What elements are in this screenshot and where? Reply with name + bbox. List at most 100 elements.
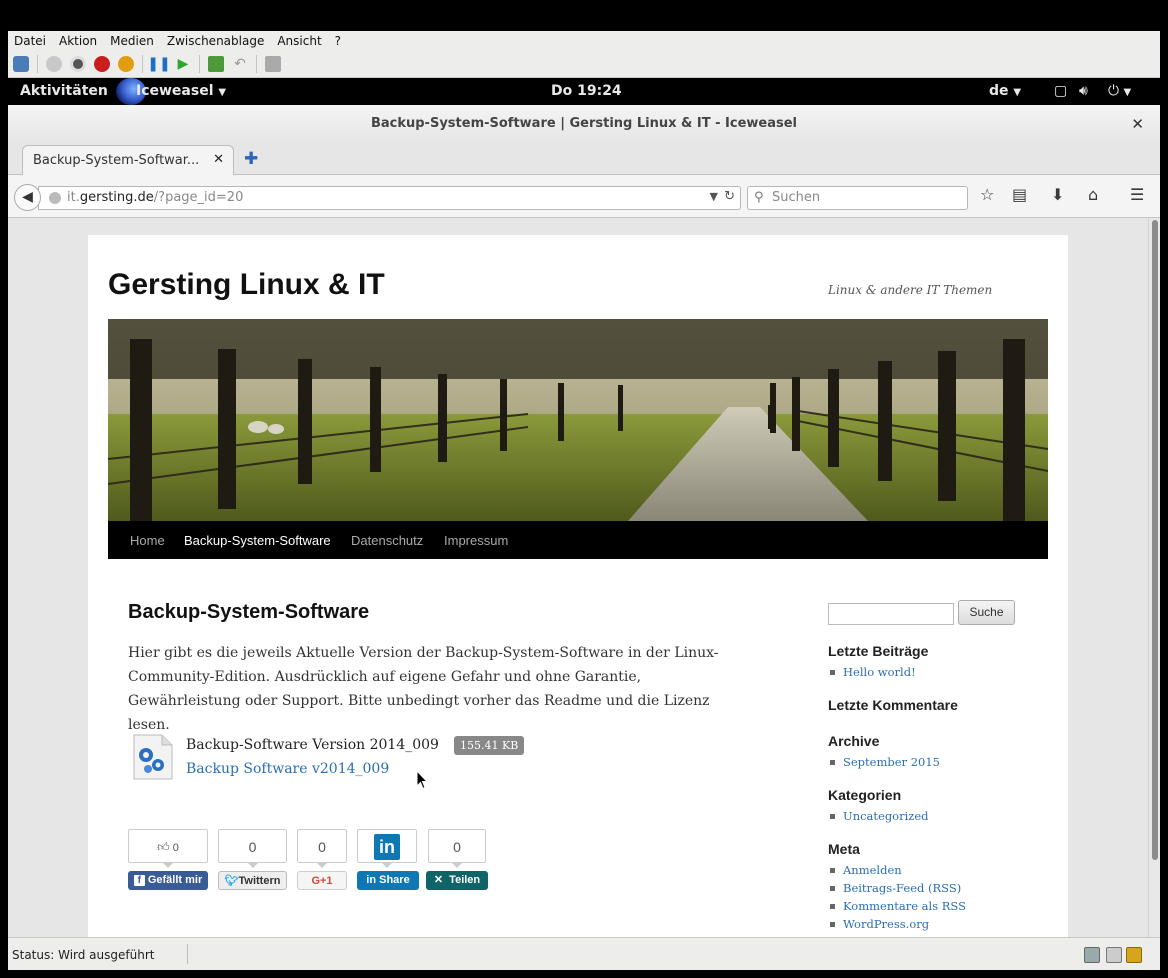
entry-body: Hier gibt es die jeweils Aktuelle Versio…: [128, 645, 719, 733]
nav-datenschutz[interactable]: Datenschutz: [351, 533, 423, 548]
ctrl-alt-del-icon[interactable]: [13, 56, 29, 72]
recent-posts-title: Letzte Beiträge: [828, 643, 929, 659]
vm-menu-aktion[interactable]: Aktion: [59, 34, 97, 48]
chevron-down-icon: ▼: [1013, 87, 1022, 98]
archive-title: Archive: [828, 733, 880, 749]
meta-comments-rss-link[interactable]: Kommentare als RSS: [828, 899, 966, 913]
tweet-button[interactable]: 🐦︎Twittern: [218, 871, 287, 890]
chevron-down-icon: ▼: [218, 87, 227, 98]
site-info-icon[interactable]: [49, 192, 61, 204]
facebook-counter: 👍︎ 0: [128, 829, 208, 868]
twitter-counter: 0: [218, 829, 287, 868]
page-viewport[interactable]: Gersting Linux & IT Linux & andere IT Th…: [8, 218, 1160, 937]
revert-icon[interactable]: ↶: [232, 56, 248, 72]
window-icon[interactable]: ▢: [1054, 83, 1067, 99]
menu-icon[interactable]: ☰: [1130, 185, 1144, 204]
tab-label: Backup-System-Softwar...: [33, 153, 200, 168]
language-switcher[interactable]: de ▼: [989, 83, 1021, 99]
download-title: Backup-Software Version 2014_009: [186, 737, 439, 753]
keyboard-icon: [1084, 947, 1100, 963]
window-titlebar: Backup-System-Software | Gersting Linux …: [8, 105, 1160, 143]
clock[interactable]: Do 19:24: [551, 83, 622, 99]
turn-off-icon[interactable]: [70, 56, 86, 72]
reset-icon[interactable]: [118, 56, 134, 72]
gnome-top-bar: Aktivitäten Iceweasel ▼ Do 19:24 de ▼ ▢ …: [8, 78, 1160, 105]
mouse-cursor-icon: [416, 770, 428, 790]
nav-impressum[interactable]: Impressum: [444, 533, 508, 548]
vm-menu-datei[interactable]: Datei: [14, 34, 46, 48]
tab-strip: Backup-System-Softwar... ✕ ✚: [8, 143, 1160, 176]
url-history-chevron-icon[interactable]: ▼: [710, 190, 718, 203]
gplus-counter: 0: [297, 829, 347, 868]
meta-login-link[interactable]: Anmelden: [828, 863, 902, 877]
xing-share-button[interactable]: ✕ Teilen: [426, 871, 488, 890]
checkpoint-icon[interactable]: [208, 56, 224, 72]
pause-icon[interactable]: ❚❚: [147, 56, 170, 72]
new-tab-icon[interactable]: ✚: [244, 149, 258, 169]
vm-menu-medien[interactable]: Medien: [110, 34, 154, 48]
sidebar-search-button[interactable]: Suche: [958, 600, 1015, 625]
tab-backup-system-software[interactable]: Backup-System-Softwar... ✕: [22, 145, 234, 176]
xing-icon: ✕: [433, 874, 444, 886]
twitter-bird-icon: 🐦︎: [224, 875, 239, 887]
window-close-icon[interactable]: ✕: [1131, 105, 1144, 143]
url-bar[interactable]: it.gersting.de/?page_id=20 ▼ ↻: [38, 186, 741, 210]
home-icon[interactable]: ⌂: [1088, 185, 1098, 204]
site-title[interactable]: Gersting Linux & IT: [108, 268, 385, 302]
linkedin-label: Share: [379, 874, 410, 886]
archive-link[interactable]: September 2015: [828, 755, 940, 769]
vm-menu-ansicht[interactable]: Ansicht: [277, 34, 321, 48]
linkedin-counter: in: [357, 829, 417, 868]
xing-counter: 0: [428, 829, 486, 868]
facebook-count: 0: [172, 842, 179, 854]
app-menu-button[interactable]: Iceweasel ▼: [136, 83, 226, 99]
tree-avenue-photo: [108, 319, 1048, 521]
screen: Datei Aktion Medien Zwischenablage Ansic…: [0, 0, 1168, 978]
facebook-like-button[interactable]: f Gefällt mir: [128, 871, 208, 890]
vm-menu-zwischenablage[interactable]: Zwischenablage: [167, 34, 264, 48]
toolbar-separator: [37, 55, 38, 73]
sidebar-search-input[interactable]: [828, 603, 954, 625]
search-bar[interactable]: ⚲ Suchen: [747, 186, 968, 210]
reload-icon[interactable]: ↻: [724, 189, 735, 204]
back-arrow-icon: ◀: [22, 189, 33, 205]
resume-icon[interactable]: ▶: [175, 56, 191, 72]
language-code: de: [989, 83, 1009, 99]
scrollbar-thumb[interactable]: [1152, 220, 1158, 860]
activities-button[interactable]: Aktivitäten: [20, 83, 108, 99]
url-host: gersting.de: [79, 190, 154, 205]
tab-close-icon[interactable]: ✕: [213, 152, 224, 167]
bookmarks-list-icon[interactable]: ▤: [1012, 185, 1027, 204]
status-text: Status: Wird ausgeführt: [12, 948, 155, 962]
bookmark-star-icon[interactable]: ☆: [980, 185, 994, 204]
twitter-label: Twittern: [238, 875, 281, 887]
window-title: Backup-System-Software | Gersting Linux …: [370, 116, 798, 131]
enhanced-session-icon[interactable]: [265, 56, 281, 72]
power-icon[interactable]: ⏻ ▼: [1108, 83, 1131, 99]
gplus-button[interactable]: G+1: [297, 871, 347, 890]
download-box: Backup-Software Version 2014_009 155.41 …: [128, 733, 628, 785]
xing-label: Teilen: [449, 874, 481, 886]
shutdown-icon[interactable]: [94, 56, 110, 72]
download-icon[interactable]: ⬇: [1051, 185, 1064, 204]
mouse-icon: [1106, 947, 1122, 963]
volume-icon[interactable]: 🔊︎: [1079, 83, 1088, 99]
chevron-down-icon: ▼: [1123, 87, 1132, 98]
file-settings-icon: [133, 734, 173, 780]
meta-wordpress-link[interactable]: WordPress.org: [828, 917, 929, 931]
linkedin-share-button[interactable]: in Share: [357, 871, 419, 890]
browser-window: Backup-System-Software | Gersting Linux …: [8, 105, 1160, 970]
nav-backup-system-software[interactable]: Backup-System-Software: [184, 533, 331, 548]
back-button[interactable]: ◀: [14, 184, 41, 211]
site-tagline: Linux & andere IT Themen: [828, 283, 993, 297]
web-page: Gersting Linux & IT Linux & andere IT Th…: [88, 235, 1068, 937]
meta-feed-link[interactable]: Beitrags-Feed (RSS): [828, 881, 961, 895]
vm-toolbar: ❚❚ ▶ ↶: [8, 51, 1160, 78]
download-link[interactable]: Backup Software v2014_009: [186, 761, 389, 777]
recent-post-link[interactable]: Hello world!: [828, 665, 916, 679]
nav-home[interactable]: Home: [130, 533, 165, 548]
vertical-scrollbar[interactable]: [1148, 218, 1160, 937]
vm-menu-help[interactable]: ?: [335, 34, 341, 48]
start-icon[interactable]: [46, 56, 62, 72]
category-link[interactable]: Uncategorized: [828, 809, 929, 823]
